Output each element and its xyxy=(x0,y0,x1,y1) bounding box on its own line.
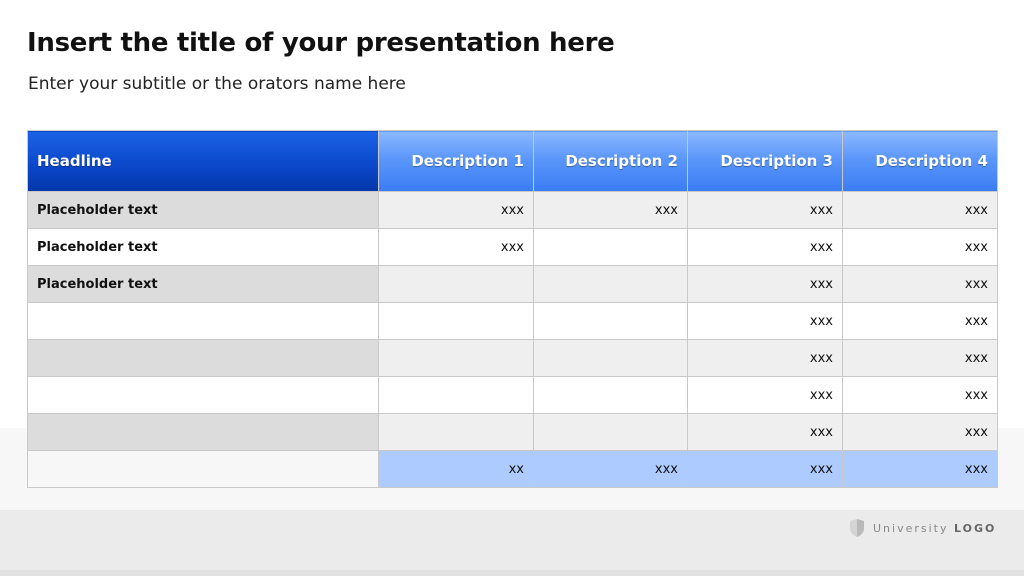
row-label xyxy=(27,339,379,377)
column-header-description-1: Description 1 xyxy=(378,130,534,192)
table-cell: xxx xyxy=(533,450,688,488)
table-cell: xxx xyxy=(842,265,998,303)
table-cell: xxx xyxy=(842,376,998,414)
table-row: Placeholder text xxx xxx xxx xyxy=(27,228,998,266)
table-row: xx xxx xxx xxx xyxy=(27,450,998,488)
table-cell: xxx xyxy=(842,413,998,451)
footer-band-bottom xyxy=(0,570,1024,576)
table-cell xyxy=(533,413,688,451)
table-cell: xxx xyxy=(533,191,688,229)
table-row: xxx xxx xyxy=(27,413,998,451)
table-row: xxx xxx xyxy=(27,376,998,414)
table-cell: xxx xyxy=(687,339,843,377)
table-cell: xxx xyxy=(842,191,998,229)
logo-text: University LOGO xyxy=(873,522,996,535)
table-cell xyxy=(378,265,534,303)
shield-icon xyxy=(850,519,864,537)
row-label xyxy=(27,450,379,488)
table-cell xyxy=(533,302,688,340)
row-label: Placeholder text xyxy=(27,191,379,229)
table-cell: xxx xyxy=(687,450,843,488)
table-cell xyxy=(533,228,688,266)
row-label: Placeholder text xyxy=(27,265,379,303)
table-cell: xxx xyxy=(842,450,998,488)
university-logo: University LOGO xyxy=(849,518,996,538)
table-cell: xxx xyxy=(687,302,843,340)
column-header-description-3: Description 3 xyxy=(687,130,843,192)
slide-subtitle: Enter your subtitle or the orators name … xyxy=(28,74,406,94)
row-label xyxy=(27,302,379,340)
table-cell: xxx xyxy=(842,302,998,340)
table-cell: xxx xyxy=(378,191,534,229)
table-header-row: Headline Description 1 Description 2 Des… xyxy=(27,130,998,192)
table-cell: xxx xyxy=(687,265,843,303)
table-cell: xxx xyxy=(378,228,534,266)
logo-text-bold: LOGO xyxy=(954,521,997,535)
column-header-headline: Headline xyxy=(27,130,379,192)
logo-text-light: University xyxy=(873,521,949,535)
table-cell xyxy=(533,376,688,414)
table-cell xyxy=(378,339,534,377)
table-row: Placeholder text xxx xxx xyxy=(27,265,998,303)
table-cell xyxy=(533,339,688,377)
table-row: xxx xxx xyxy=(27,339,998,377)
table-cell xyxy=(378,413,534,451)
table-cell xyxy=(533,265,688,303)
table-cell: xxx xyxy=(687,413,843,451)
table-cell xyxy=(378,376,534,414)
table-row: Placeholder text xxx xxx xxx xxx xyxy=(27,191,998,229)
data-table: Headline Description 1 Description 2 Des… xyxy=(27,130,998,488)
table-cell: xxx xyxy=(842,228,998,266)
table-cell: xxx xyxy=(687,228,843,266)
row-label: Placeholder text xyxy=(27,228,379,266)
table-cell: xxx xyxy=(687,191,843,229)
table-cell: xxx xyxy=(842,339,998,377)
column-header-description-4: Description 4 xyxy=(842,130,998,192)
table-cell: xxx xyxy=(687,376,843,414)
row-label xyxy=(27,376,379,414)
row-label xyxy=(27,413,379,451)
table-row: xxx xxx xyxy=(27,302,998,340)
table-cell xyxy=(378,302,534,340)
table-cell: xx xyxy=(378,450,534,488)
column-header-description-2: Description 2 xyxy=(533,130,688,192)
slide-title: Insert the title of your presentation he… xyxy=(27,28,615,58)
